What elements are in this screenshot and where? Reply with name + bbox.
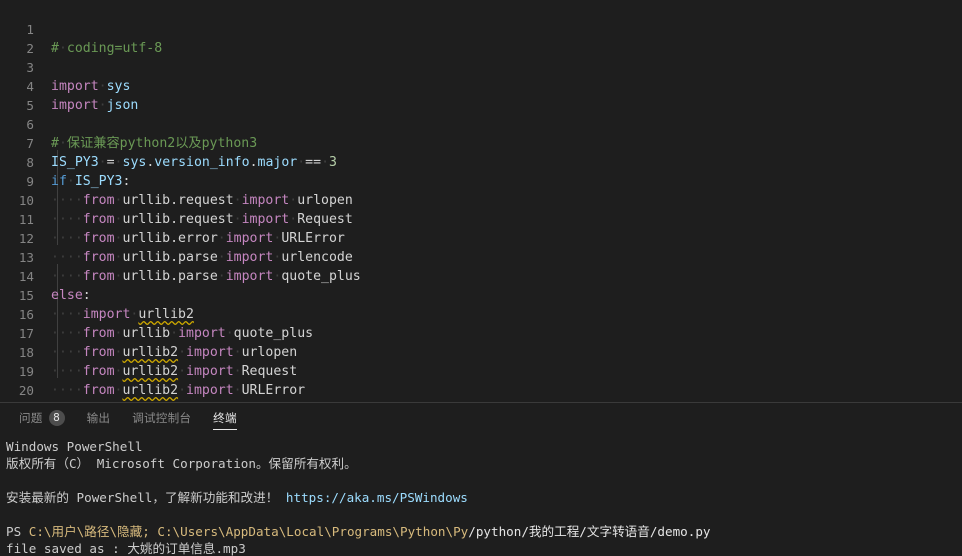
code-line: 14 else:: [0, 248, 962, 303]
prompt-path-tail: /python/我的工程/文字转语音/demo.py: [468, 524, 711, 539]
code-line: 20 ····from·urllib·import·urlencode: [0, 362, 962, 398]
problems-count-badge: 8: [48, 410, 65, 426]
code-line: 16 ····from·urllib·import·quote_plus: [0, 286, 962, 341]
code-line: 6 #·保证兼容python2以及python3: [0, 96, 962, 151]
bottom-panel: 问题 8 输出 调试控制台 终端 Windows PowerShell 版权所有…: [0, 403, 962, 556]
code-line: 12 ····from·urllib.parse·import·urlencod…: [0, 210, 962, 265]
code-line: 13 ····from·urllib.parse·import·quote_pl…: [0, 229, 962, 284]
code-line: 19 ····from·urllib2·import·URLError: [0, 343, 962, 398]
prompt-path-redacted: C:\用户\路径\隐藏; C:\Users\AppData\Local\Prog…: [28, 524, 469, 539]
code-line: 9 ····from·urllib.request·import·urlopen: [0, 153, 962, 208]
powershell-url[interactable]: https://aka.ms/PSWindows: [286, 490, 468, 505]
code-line: 17 ····from·urllib2·import·urlopen: [0, 305, 962, 360]
code-line: 3 import·sys: [0, 39, 962, 94]
code-editor[interactable]: 1 #·coding=utf-8 2 3 import·sys 4 import…: [0, 0, 962, 402]
vscode-window: 1 #·coding=utf-8 2 3 import·sys 4 import…: [0, 0, 962, 556]
code-line: 11 ····from·urllib.error·import·URLError: [0, 191, 962, 246]
code-line: 2: [0, 20, 962, 56]
terminal-line: 版权所有（C） Microsoft Corporation。保留所有权利。: [6, 456, 357, 471]
terminal-line: Windows PowerShell: [6, 439, 143, 454]
update-notice-text: 安装最新的 PowerShell，了解新功能和改进！: [6, 490, 286, 505]
code-line: 5: [0, 77, 962, 113]
terminal-line-update-notice: 安装最新的 PowerShell，了解新功能和改进！ https://aka.m…: [6, 489, 962, 506]
tab-debug-console[interactable]: 调试控制台: [121, 403, 202, 433]
tab-debug-console-label: 调试控制台: [132, 411, 192, 425]
code-line: 15 ····import·urllib2: [0, 267, 962, 322]
code-line: 10 ····from·urllib.request·import·Reques…: [0, 172, 962, 227]
tab-terminal[interactable]: 终端: [202, 403, 248, 433]
code-line: 4 import·json: [0, 58, 962, 113]
terminal-output-line: file saved as : 大姚的订单信息.mp3: [6, 541, 246, 556]
tab-output[interactable]: 输出: [76, 403, 122, 433]
tab-problems[interactable]: 问题 8: [8, 403, 76, 433]
line-number: 21: [0, 400, 34, 402]
code-line: 18 ····from·urllib2·import·Request: [0, 324, 962, 379]
code-line: 21: [0, 381, 962, 400]
terminal-prompt-line: PS C:\用户\路径\隐藏; C:\Users\AppData\Local\P…: [6, 523, 962, 540]
code-line: 7 IS_PY3·=·sys.version_info.major·==·3: [0, 115, 962, 170]
tab-output-label: 输出: [86, 411, 111, 425]
tab-terminal-label: 终端: [213, 411, 237, 425]
line-content: ····from·urllib·import·urlencode: [51, 400, 305, 402]
prompt-prefix: PS: [6, 524, 29, 539]
panel-tab-bar: 问题 8 输出 调试控制台 终端: [0, 403, 962, 433]
terminal-output[interactable]: Windows PowerShell 版权所有（C） Microsoft Cor…: [0, 433, 962, 556]
code-lines: 1 #·coding=utf-8 2 3 import·sys 4 import…: [0, 0, 962, 400]
code-line: 1 #·coding=utf-8: [0, 1, 962, 56]
active-tab-indicator: [213, 428, 237, 430]
tab-problems-label: 问题: [19, 411, 43, 425]
code-line: 8 if·IS_PY3:: [0, 134, 962, 189]
